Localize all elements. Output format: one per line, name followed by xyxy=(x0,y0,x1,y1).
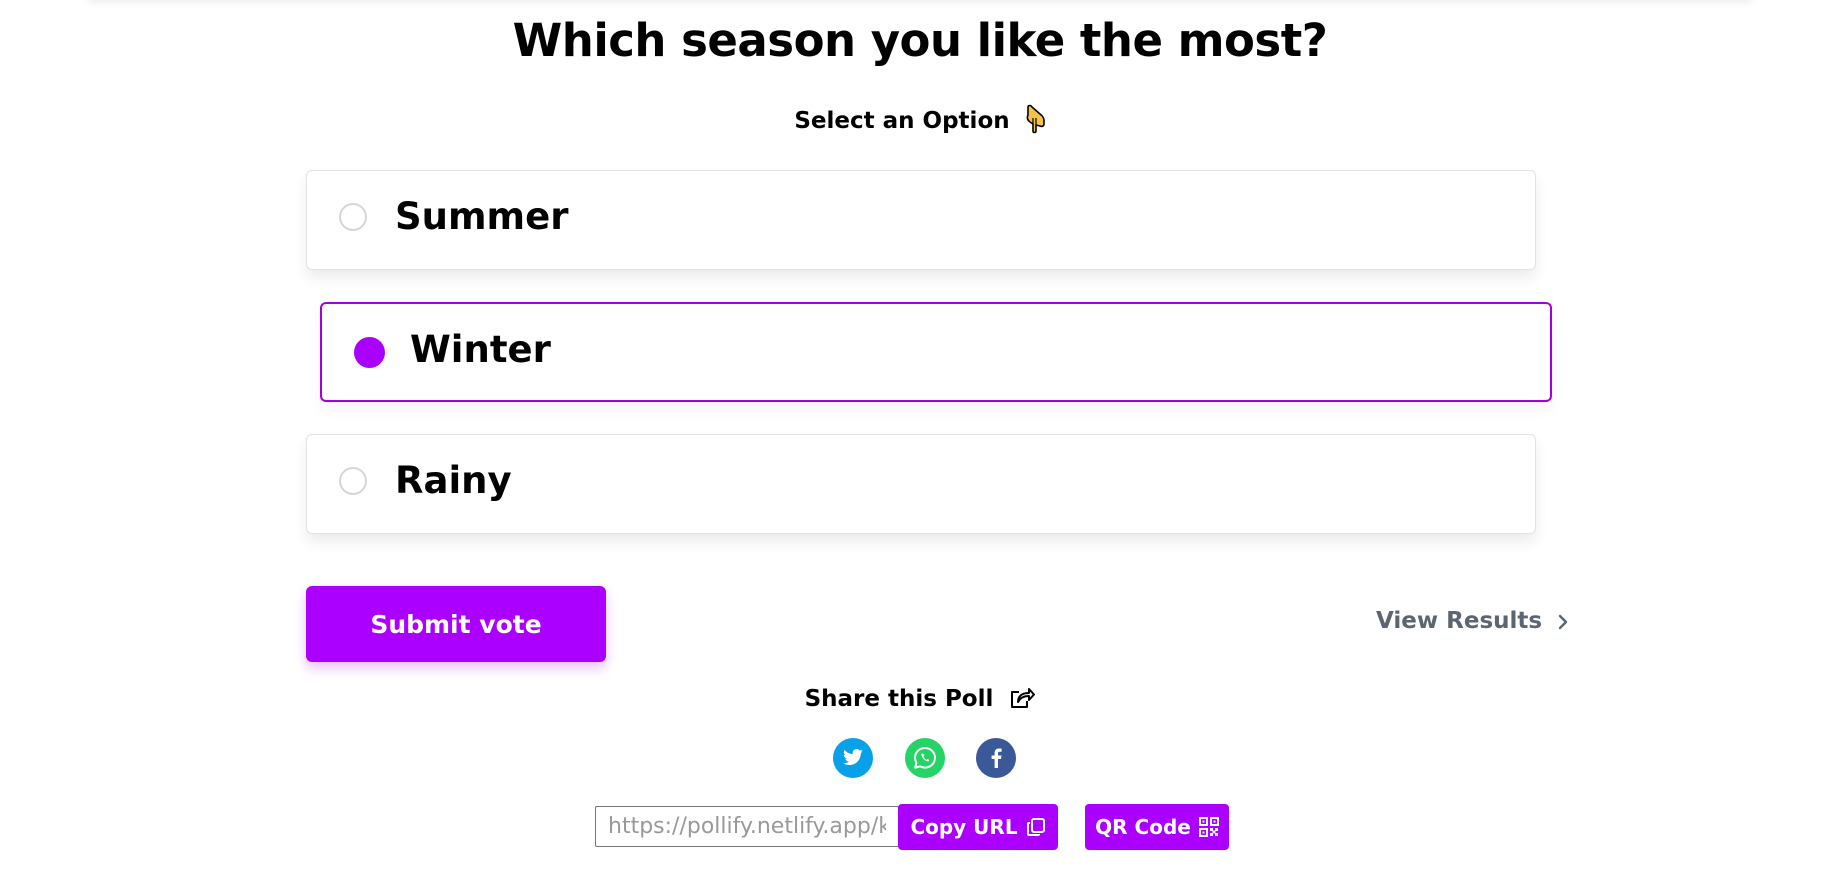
share-title-label: Share this Poll xyxy=(804,686,994,712)
view-results-label: View Results xyxy=(1376,608,1543,634)
qr-code-icon xyxy=(1198,817,1219,837)
whatsapp-icon xyxy=(914,747,936,769)
share-heading: Share this Poll xyxy=(0,686,1840,712)
copy-url-label: Copy URL xyxy=(910,815,1018,839)
twitter-share-button[interactable] xyxy=(833,738,873,778)
poll-instruction: Select an Option xyxy=(0,104,1840,134)
radio-winter-selected[interactable] xyxy=(354,337,385,368)
view-results-link[interactable]: View Results xyxy=(1376,608,1568,634)
instruction-label: Select an Option xyxy=(794,108,1010,134)
option-label: Rainy xyxy=(395,459,512,502)
submit-vote-button[interactable]: Submit vote xyxy=(306,586,606,662)
poll-question: Which season you like the most? xyxy=(512,14,1328,67)
option-rainy[interactable]: Rainy xyxy=(306,434,1536,534)
copy-icon xyxy=(1026,818,1045,836)
chevron-right-icon xyxy=(1558,614,1568,630)
facebook-share-button[interactable] xyxy=(976,738,1016,778)
radio-rainy[interactable] xyxy=(339,467,367,495)
poll-url-input[interactable] xyxy=(595,806,899,847)
option-label: Winter xyxy=(410,328,551,371)
whatsapp-share-button[interactable] xyxy=(905,738,945,778)
share-icon xyxy=(1011,688,1036,708)
facebook-icon xyxy=(991,748,1002,768)
option-winter[interactable]: Winter xyxy=(320,302,1552,402)
twitter-icon xyxy=(843,749,863,766)
pointing-down-icon xyxy=(1026,104,1045,134)
qr-code-button[interactable]: QR Code xyxy=(1085,804,1229,850)
option-label: Summer xyxy=(395,195,569,238)
copy-url-button[interactable]: Copy URL xyxy=(898,804,1058,850)
option-summer[interactable]: Summer xyxy=(306,170,1536,270)
radio-summer[interactable] xyxy=(339,203,367,231)
qr-code-label: QR Code xyxy=(1095,815,1191,839)
